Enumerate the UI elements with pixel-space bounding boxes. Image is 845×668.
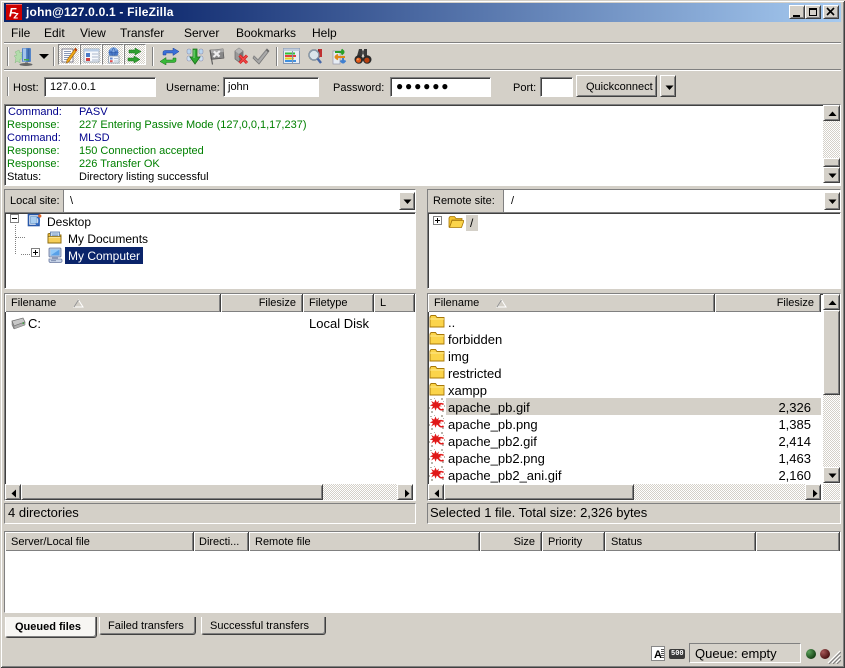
svg-text:z: z <box>13 11 19 21</box>
